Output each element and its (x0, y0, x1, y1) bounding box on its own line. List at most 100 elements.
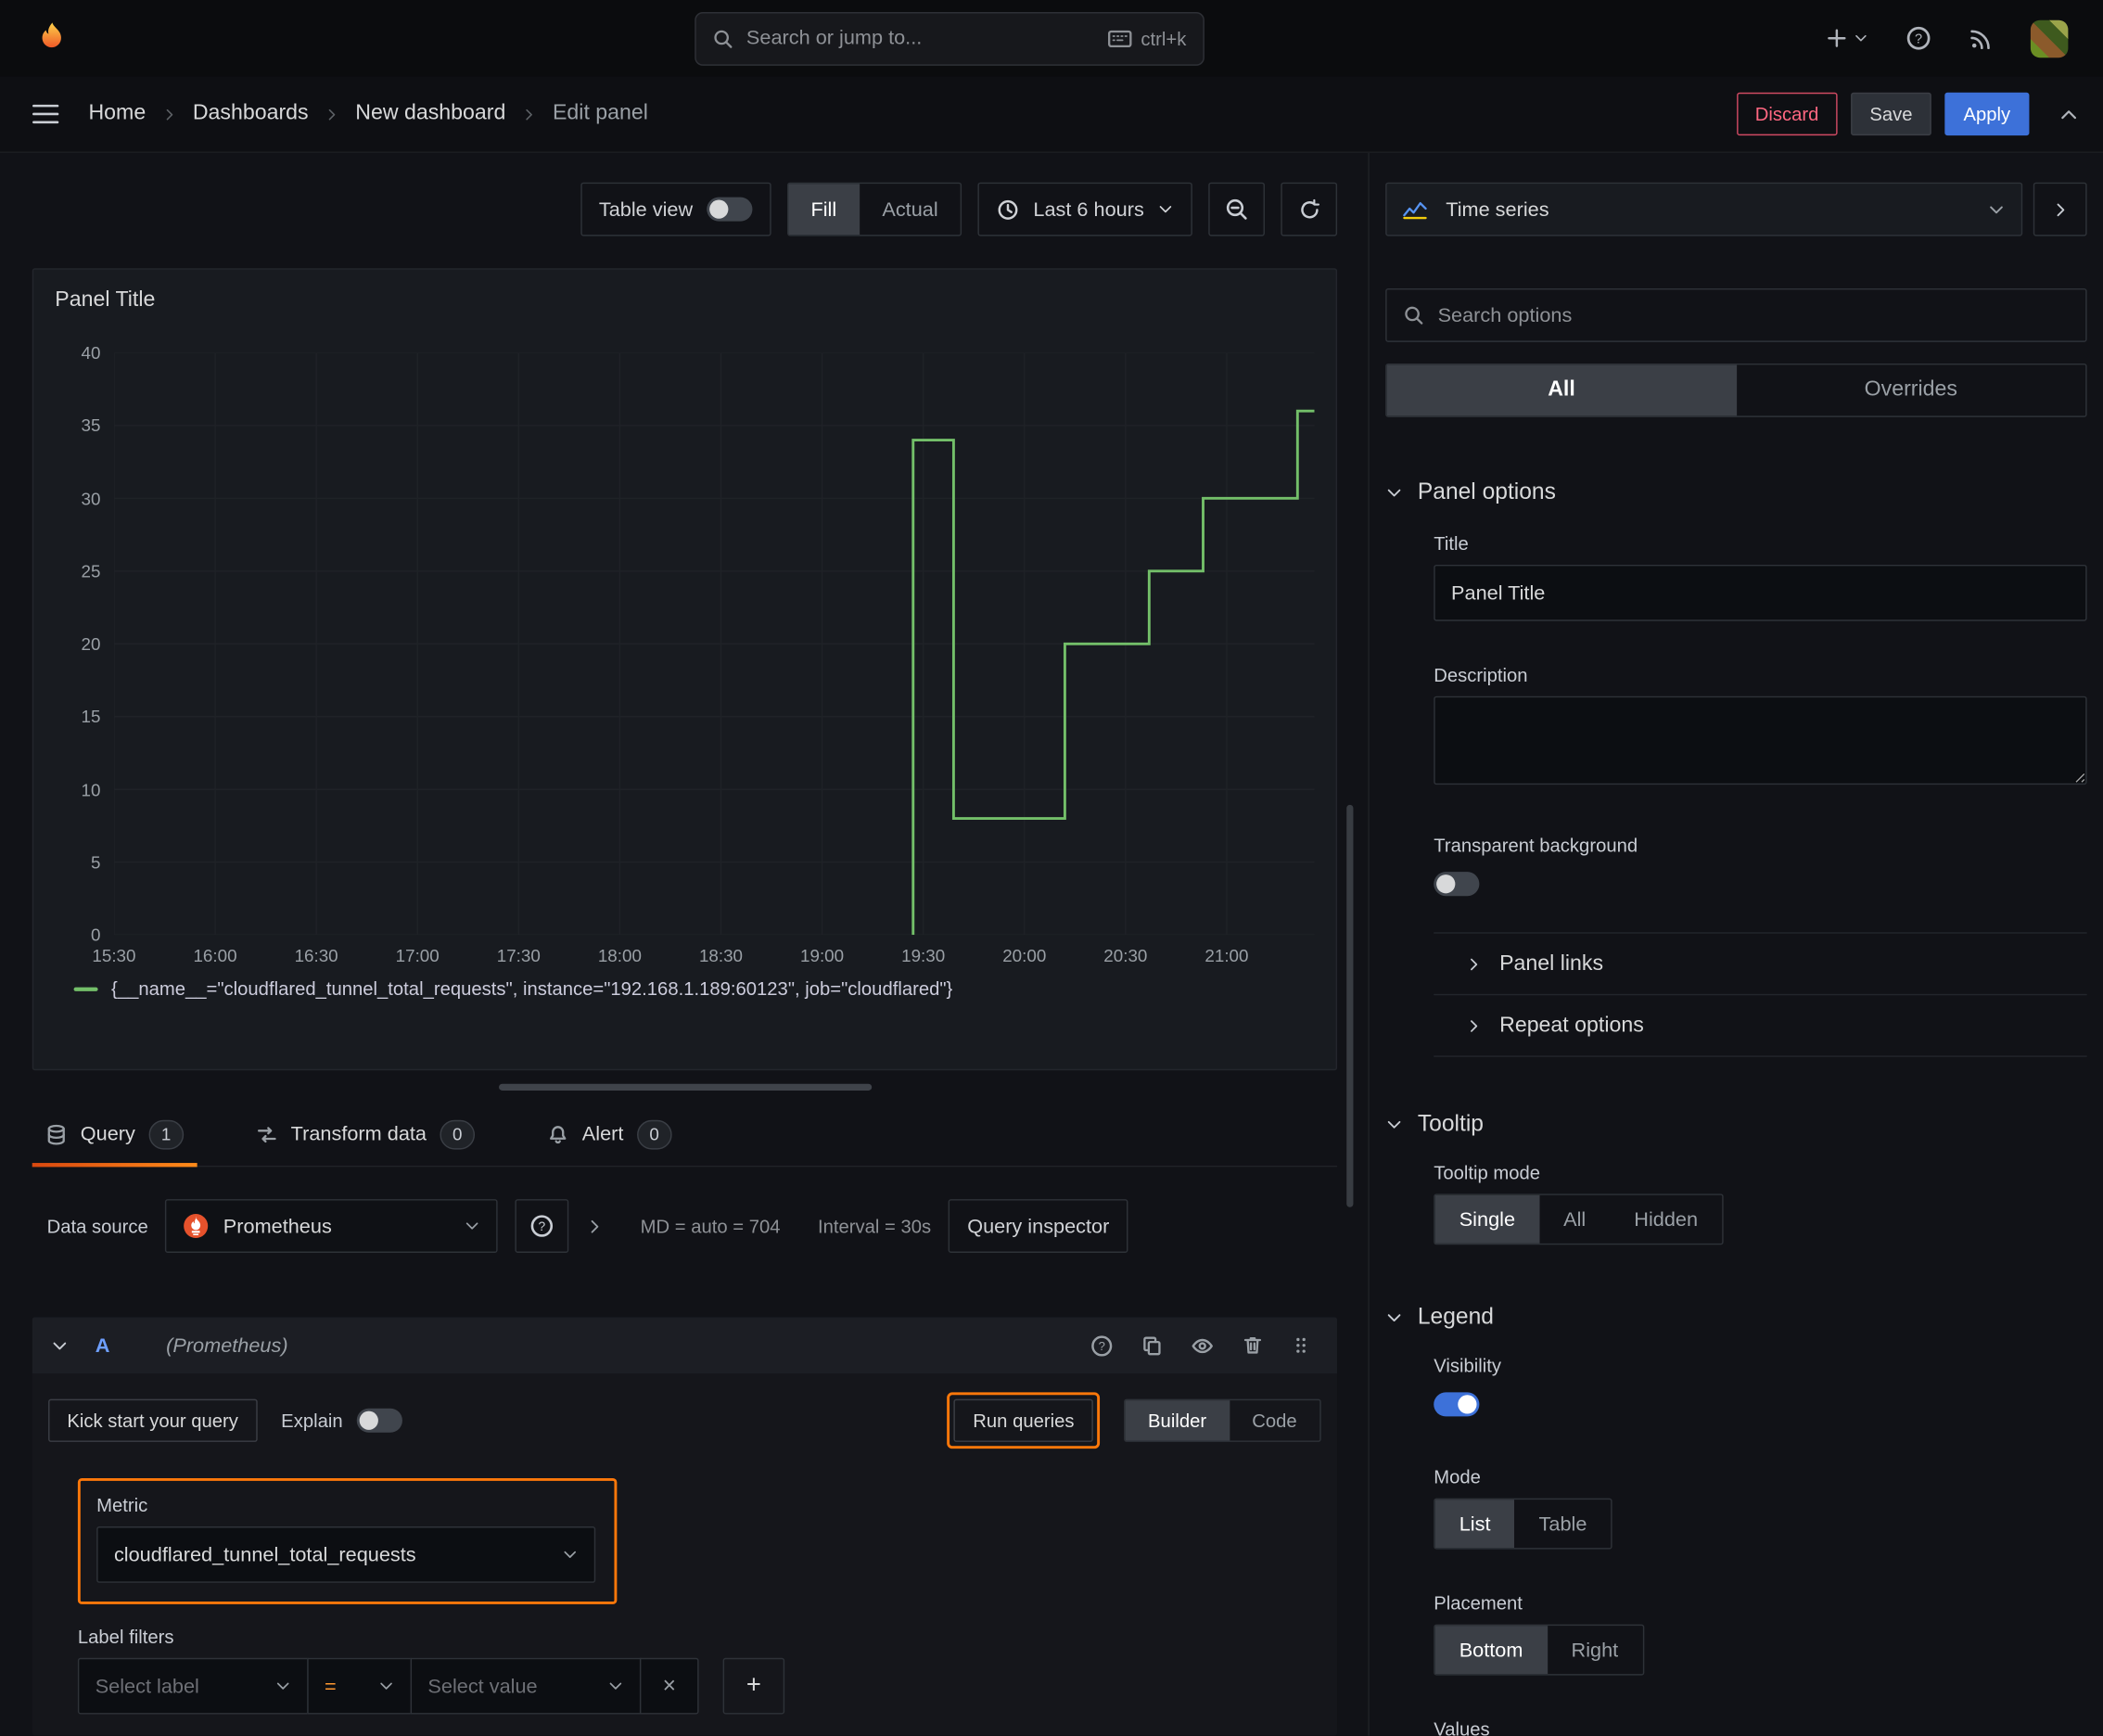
search-shortcut: ctrl+k (1107, 28, 1186, 49)
delete-query-button[interactable] (1242, 1334, 1263, 1356)
label-select[interactable]: Select label (77, 1657, 309, 1715)
datasource-help-button[interactable]: ? (516, 1199, 569, 1253)
chevron-down-icon (1387, 1120, 1401, 1128)
query-row-header[interactable]: A (Prometheus) ? (32, 1317, 1338, 1374)
help-button[interactable]: ? (1905, 25, 1931, 50)
legend-visibility-toggle[interactable] (1434, 1392, 1480, 1417)
editor-tabs: Query 1 Transform data 0 Alert 0 (32, 1103, 1338, 1168)
tooltip-mode-all[interactable]: All (1539, 1195, 1610, 1244)
code-option[interactable]: Code (1230, 1400, 1320, 1440)
fill-option[interactable]: Fill (787, 184, 860, 236)
chevron-down-icon (380, 1682, 392, 1690)
tab-transform-data[interactable]: Transform data 0 (243, 1103, 489, 1166)
query-help-button[interactable]: ? (1090, 1334, 1114, 1357)
duplicate-query-button[interactable] (1141, 1334, 1163, 1356)
table-view-toggle[interactable] (706, 197, 752, 222)
collapse-header-button[interactable] (2058, 104, 2079, 124)
builder-option[interactable]: Builder (1125, 1400, 1230, 1441)
datasource-picker[interactable]: Prometheus (165, 1199, 499, 1253)
chevron-down-icon (1855, 34, 1867, 42)
new-menu-button[interactable] (1826, 27, 1868, 50)
chevron-right-icon (1471, 957, 1478, 970)
panel-options-header[interactable]: Panel options (1385, 479, 2086, 505)
explain-toggle[interactable] (356, 1408, 402, 1433)
tooltip-mode-hidden[interactable]: Hidden (1610, 1195, 1722, 1244)
panel-title-input[interactable] (1434, 564, 2087, 621)
grafana-logo-icon[interactable] (32, 19, 72, 58)
panel-options-body: Title Description Transparent background… (1385, 532, 2087, 1057)
tab-query[interactable]: Query 1 (32, 1103, 198, 1168)
save-button[interactable]: Save (1851, 92, 1931, 136)
panel-resize-handle[interactable] (498, 1083, 872, 1091)
y-axis: 0 5 10 15 20 25 30 35 40 (81, 342, 101, 946)
transparent-background-toggle[interactable] (1434, 872, 1480, 897)
legend-mode-table[interactable]: Table (1515, 1500, 1612, 1548)
svg-text:?: ? (1099, 1338, 1105, 1352)
legend-placement-right[interactable]: Right (1547, 1626, 1642, 1674)
visualization-picker[interactable]: Time series (1385, 182, 2023, 236)
tab-overrides[interactable]: Overrides (1736, 364, 2085, 415)
legend-section-body: Visibility Mode List Table Placement Bot… (1385, 1355, 2086, 1736)
title-field-label: Title (1434, 532, 1469, 555)
visualization-row: Time series (1385, 182, 2087, 236)
repeat-options-row[interactable]: Repeat options (1434, 993, 2087, 1056)
hide-query-button[interactable] (1191, 1334, 1214, 1357)
chevron-down-icon (53, 1341, 67, 1349)
datasource-row: Data source Prometheus ? MD = auto = 704… (32, 1196, 1337, 1256)
breadcrumb: Home Dashboards New dashboard Edit panel (88, 102, 647, 126)
metric-highlight-box: Metric cloudflared_tunnel_total_requests (77, 1477, 618, 1604)
tab-alert[interactable]: Alert 0 (534, 1103, 685, 1166)
legend-series-label[interactable]: {__name__="cloudflared_tunnel_total_requ… (111, 977, 952, 999)
legend-placement-bottom[interactable]: Bottom (1434, 1626, 1548, 1675)
breadcrumb-home[interactable]: Home (88, 102, 146, 126)
legend-visibility-label: Visibility (1434, 1354, 1502, 1377)
legend-mode-list[interactable]: List (1434, 1500, 1515, 1549)
time-series-chart[interactable] (114, 352, 1315, 935)
time-range-picker[interactable]: Last 6 hours (978, 182, 1192, 236)
breadcrumb-new-dashboard[interactable]: New dashboard (355, 102, 505, 126)
value-select[interactable]: Select value (410, 1657, 642, 1715)
menu-toggle-button[interactable] (32, 103, 59, 124)
kick-start-button[interactable]: Kick start your query (48, 1398, 258, 1442)
tooltip-section-header[interactable]: Tooltip (1385, 1111, 2086, 1138)
panel-preview: Panel Title 0 5 10 15 20 25 30 35 40 15:30 16:00 1… (32, 268, 1338, 1071)
toggle-viz-pane-button[interactable] (2033, 182, 2087, 236)
breadcrumb-dashboards[interactable]: Dashboards (193, 102, 309, 126)
search-placeholder: Search or jump to... (746, 26, 923, 50)
remove-filter-button[interactable]: × (639, 1657, 699, 1715)
legend-series-swatch[interactable] (73, 986, 98, 991)
transparent-background-label: Transparent background (1434, 834, 1638, 856)
explain-label: Explain (281, 1410, 343, 1432)
user-avatar[interactable] (2030, 19, 2069, 57)
run-queries-button[interactable]: Run queries (954, 1398, 1093, 1442)
refresh-button[interactable] (1281, 182, 1338, 236)
legend-section-header[interactable]: Legend (1385, 1304, 2086, 1331)
drag-query-handle[interactable] (1292, 1334, 1310, 1356)
tooltip-mode-single[interactable]: Single (1434, 1194, 1540, 1244)
apply-button[interactable]: Apply (1944, 92, 2030, 136)
copy-icon (1143, 1336, 1161, 1356)
query-options-expand-button[interactable] (587, 1218, 605, 1235)
query-inspector-button[interactable]: Query inspector (948, 1199, 1128, 1253)
chevron-down-icon (1159, 206, 1172, 213)
left-scrollbar[interactable] (1346, 804, 1354, 1207)
max-data-points: MD = auto = 704 (640, 1215, 781, 1237)
query-builder-editor: Metric cloudflared_tunnel_total_requests… (32, 1467, 1337, 1715)
add-filter-button[interactable]: + (722, 1657, 785, 1715)
options-search-input[interactable] (1437, 303, 2070, 327)
tab-all[interactable]: All (1386, 364, 1737, 416)
news-button[interactable] (1969, 26, 1993, 50)
panel-links-row[interactable]: Panel links (1434, 932, 2087, 994)
options-search[interactable] (1385, 287, 2087, 342)
help-icon: ? (1906, 26, 1931, 50)
table-view-label: Table view (598, 198, 694, 221)
panel-description-input[interactable] (1434, 696, 2087, 785)
actual-option[interactable]: Actual (860, 184, 961, 235)
panel-preview-title[interactable]: Panel Title (55, 288, 1314, 313)
clock-icon (999, 199, 1019, 220)
metric-select[interactable]: cloudflared_tunnel_total_requests (96, 1526, 596, 1583)
operator-select[interactable]: = (307, 1657, 413, 1715)
discard-button[interactable]: Discard (1736, 92, 1838, 136)
global-search-input[interactable]: Search or jump to... ctrl+k (694, 11, 1204, 66)
zoom-out-button[interactable] (1208, 182, 1265, 236)
